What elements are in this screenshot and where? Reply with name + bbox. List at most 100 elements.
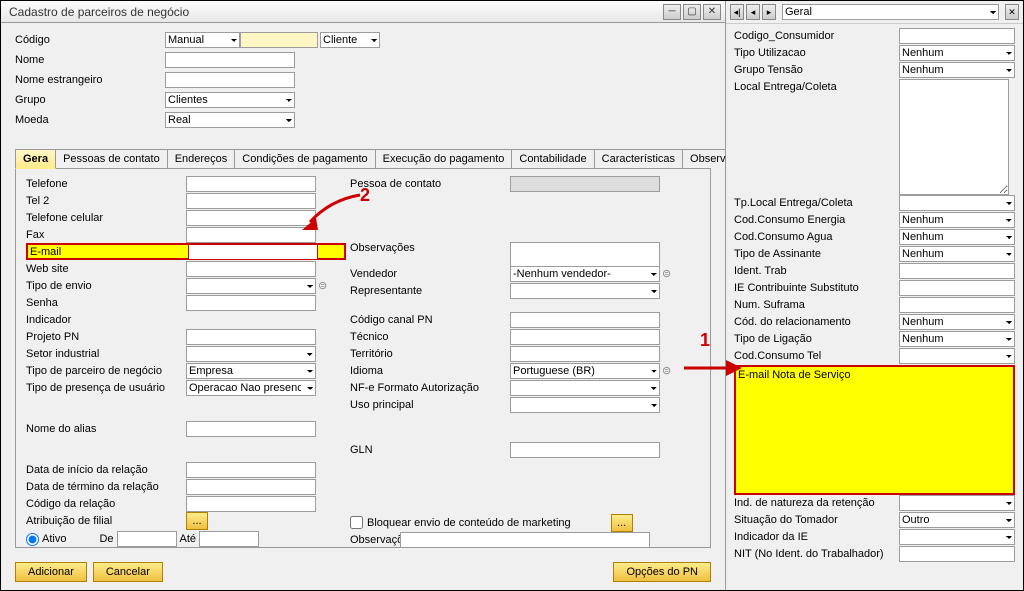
- projeto-pn-label: Projeto PN: [26, 331, 186, 343]
- ind-ie-label: Indicador da IE: [734, 529, 899, 543]
- pessoa-contato-input[interactable]: [510, 176, 660, 192]
- de-input[interactable]: [117, 531, 177, 547]
- ativo-radio[interactable]: [26, 533, 39, 546]
- tecnico-input[interactable]: [510, 329, 660, 345]
- ind-ie-dd[interactable]: [899, 529, 1015, 545]
- nf-autoriz-dd[interactable]: [510, 380, 660, 396]
- tab-caracteristicas[interactable]: Características: [594, 149, 683, 168]
- maximize-button[interactable]: ▢: [683, 4, 701, 20]
- local-entrega-textarea[interactable]: [899, 79, 1009, 195]
- cod-relac-label: Cód. do relacionamento: [734, 314, 899, 328]
- nome-alias-input[interactable]: [186, 421, 316, 437]
- num-suframa-input[interactable]: [899, 297, 1015, 313]
- data-term-label: Data de término da relação: [26, 481, 186, 493]
- representante-dd[interactable]: [510, 283, 660, 299]
- cod-energia-dd[interactable]: Nenhum: [899, 212, 1015, 228]
- minimize-button[interactable]: ─: [663, 4, 681, 20]
- nome-estrangeiro-input[interactable]: [165, 72, 295, 88]
- senha-input[interactable]: [186, 295, 316, 311]
- nome-input[interactable]: [165, 52, 295, 68]
- vendedor-link-icon[interactable]: ⊜: [662, 267, 671, 280]
- bloq-mkt-label: Bloquear envio de conteúdo de marketing: [367, 517, 571, 529]
- telefone-input[interactable]: [186, 176, 316, 192]
- setor-label: Setor industrial: [26, 348, 186, 360]
- tipo-pres-dd[interactable]: Operacao Nao presencial - O: [186, 380, 316, 396]
- cod-cons-input[interactable]: [899, 28, 1015, 44]
- tipo-envio-dd[interactable]: [186, 278, 316, 294]
- ident-trab-input[interactable]: [899, 263, 1015, 279]
- representante-label: Representante: [350, 285, 510, 297]
- sit-tomador-label: Situação do Tomador: [734, 512, 899, 526]
- tipo-parc-dd[interactable]: Empresa: [186, 363, 316, 379]
- tel2-input[interactable]: [186, 193, 316, 209]
- nav-next-button[interactable]: ▸: [762, 4, 776, 20]
- obs-mini-input[interactable]: [400, 532, 650, 548]
- inativo-radio[interactable]: [26, 547, 39, 548]
- tel-celular-label: Telefone celular: [26, 212, 186, 224]
- gln-input[interactable]: [510, 442, 660, 458]
- tab-geral[interactable]: Gera: [15, 149, 56, 169]
- tab-enderecos[interactable]: Endereços: [167, 149, 236, 168]
- cod-relac-dd[interactable]: Nenhum: [899, 314, 1015, 330]
- grupo-dd[interactable]: Clientes: [165, 92, 295, 108]
- tel-celular-input[interactable]: [186, 210, 316, 226]
- telefone-label: Telefone: [26, 178, 186, 190]
- bloq-mkt-checkbox[interactable]: [350, 516, 363, 529]
- de-label: De: [99, 533, 113, 545]
- ind-nat-dd[interactable]: [899, 495, 1015, 511]
- territorio-input[interactable]: [510, 346, 660, 362]
- close-button[interactable]: ✕: [703, 4, 721, 20]
- ate-input[interactable]: [199, 531, 259, 547]
- right-panel-body: Codigo_Consumidor Tipo UtilizacaoNenhum …: [726, 24, 1023, 590]
- tel2-label: Tel 2: [26, 195, 186, 207]
- bloq-mkt-btn[interactable]: ...: [611, 514, 633, 532]
- cancelar-button[interactable]: Cancelar: [93, 562, 163, 582]
- opcoes-pn-button[interactable]: Opções do PN: [613, 562, 711, 582]
- website-input[interactable]: [186, 261, 316, 277]
- nav-first-button[interactable]: ◂|: [730, 4, 744, 20]
- atrib-filial-button[interactable]: ...: [186, 512, 208, 530]
- link-icon[interactable]: ⊜: [318, 279, 327, 292]
- tab-contabilidade[interactable]: Contabilidade: [511, 149, 594, 168]
- data-inicio-input[interactable]: [186, 462, 316, 478]
- tipo-util-dd[interactable]: Nenhum: [899, 45, 1015, 61]
- nit-label: NIT (No Ident. do Trabalhador): [734, 546, 899, 560]
- tab-pessoas-contato[interactable]: Pessoas de contato: [55, 149, 168, 168]
- adicionar-button[interactable]: Adicionar: [15, 562, 87, 582]
- tipo-assinante-dd[interactable]: Nenhum: [899, 246, 1015, 262]
- tipo-lig-dd[interactable]: Nenhum: [899, 331, 1015, 347]
- cod-cons-label: Codigo_Consumidor: [734, 28, 899, 42]
- window-title: Cadastro de parceiros de negócio: [5, 5, 661, 19]
- fax-input[interactable]: [186, 227, 316, 243]
- cod-agua-dd[interactable]: Nenhum: [899, 229, 1015, 245]
- setor-dd[interactable]: [186, 346, 316, 362]
- ie-contrib-input[interactable]: [899, 280, 1015, 296]
- projeto-pn-input[interactable]: [186, 329, 316, 345]
- data-term-input[interactable]: [186, 479, 316, 495]
- tp-local-dd[interactable]: [899, 195, 1015, 211]
- cod-canal-input[interactable]: [510, 312, 660, 328]
- right-close-button[interactable]: ✕: [1005, 4, 1019, 20]
- tab-exec-pagamento[interactable]: Execução do pagamento: [375, 149, 513, 168]
- codigo-cliente-dd[interactable]: Cliente: [320, 32, 380, 48]
- codigo-type-dd[interactable]: Manual: [165, 32, 240, 48]
- nav-prev-button[interactable]: ◂: [746, 4, 760, 20]
- right-title-dd[interactable]: Geral: [782, 4, 999, 20]
- cod-tel-dd[interactable]: [899, 348, 1015, 364]
- uso-princ-dd[interactable]: [510, 397, 660, 413]
- idioma-link-icon[interactable]: ⊜: [662, 364, 671, 377]
- codigo-label: Código: [15, 34, 165, 46]
- tab-cond-pagamento[interactable]: Condições de pagamento: [234, 149, 375, 168]
- codigo-search-input[interactable]: [240, 32, 318, 48]
- cod-rel-input[interactable]: [186, 496, 316, 512]
- nome-alias-label: Nome do alias: [26, 423, 186, 435]
- idioma-dd[interactable]: Portuguese (BR): [510, 363, 660, 379]
- sit-tomador-dd[interactable]: Outro: [899, 512, 1015, 528]
- email-input[interactable]: [188, 244, 318, 260]
- moeda-dd[interactable]: Real: [165, 112, 295, 128]
- vendedor-dd[interactable]: -Nenhum vendedor-: [510, 266, 660, 282]
- callout-1-number: 1: [700, 330, 710, 351]
- grupo-tensao-dd[interactable]: Nenhum: [899, 62, 1015, 78]
- nit-input[interactable]: [899, 546, 1015, 562]
- cod-canal-label: Código canal PN: [350, 314, 510, 326]
